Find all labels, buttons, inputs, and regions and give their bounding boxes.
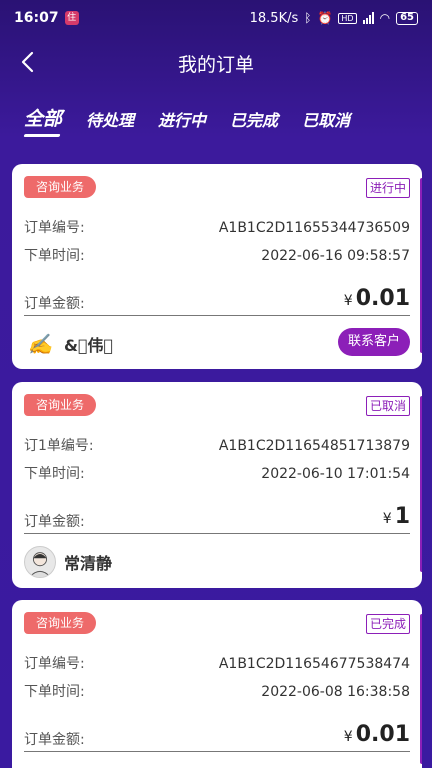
order-amount-row: 订单金额: ¥0.01 xyxy=(24,284,410,314)
business-tag: 咨询业务 xyxy=(24,612,97,634)
battery-icon: 65 xyxy=(396,11,418,25)
business-tag: 咨询业务 xyxy=(24,176,97,198)
status-bar: 16:07 住 18.5K/s ᛒ ⏰ HD ◠ 65 xyxy=(0,0,432,36)
order-card[interactable]: 咨询业务 已取消 订1单编号: A1B1C2D11654851713879 下单… xyxy=(12,382,422,588)
order-tabs: 全部 待处理 进行中 已完成 已取消 xyxy=(24,104,350,137)
contact-customer-button[interactable]: 联系客户 xyxy=(337,328,410,356)
order-amount-row: 订单金额: ¥0.01 xyxy=(24,720,410,750)
currency-symbol: ¥ xyxy=(343,729,353,745)
bluetooth-icon: ᛒ xyxy=(304,11,312,25)
order-amount: ¥0.01 xyxy=(344,286,410,314)
order-time-label: 下单时间: xyxy=(24,466,85,482)
hd-icon: HD xyxy=(338,12,357,24)
order-time-label: 下单时间: xyxy=(24,684,85,700)
tab-all[interactable]: 全部 xyxy=(24,104,62,137)
avatar xyxy=(24,546,56,578)
app-notification-icon: 住 xyxy=(64,11,79,25)
order-number-row: 订1单编号: A1B1C2D11654851713879 xyxy=(24,436,410,456)
customer-info: 常清静 xyxy=(24,546,112,578)
order-number: A1B1C2D11654677538474 xyxy=(218,656,410,672)
divider xyxy=(24,533,410,534)
tab-cancelled[interactable]: 已取消 xyxy=(302,107,350,137)
tab-in-progress[interactable]: 进行中 xyxy=(158,107,206,137)
order-number-row: 订单编号: A1B1C2D11655344736509 xyxy=(24,218,410,238)
order-time: 2022-06-08 16:38:58 xyxy=(261,684,410,700)
order-time-label: 下单时间: xyxy=(24,248,85,264)
order-time-row: 下单时间: 2022-06-08 16:38:58 xyxy=(24,682,410,702)
currency-symbol: ¥ xyxy=(382,511,392,527)
order-amount: ¥1 xyxy=(383,504,410,532)
customer-name: & 伟  xyxy=(64,336,114,355)
order-amount: ¥0.01 xyxy=(344,722,410,750)
avatar-portrait-icon xyxy=(29,552,51,577)
signal-icon xyxy=(362,12,374,24)
page-title: 我的订单 xyxy=(177,54,254,76)
status-badge: 已完成 xyxy=(365,614,410,634)
status-time: 16:07 xyxy=(14,10,59,26)
amount-value: 0.01 xyxy=(355,286,410,311)
status-badge: 进行中 xyxy=(365,178,410,198)
customer-name: 常清静 xyxy=(64,554,113,573)
amount-value: 0.01 xyxy=(355,722,410,747)
order-card[interactable]: 咨询业务 进行中 订单编号: A1B1C2D11655344736509 下单时… xyxy=(12,164,422,369)
divider xyxy=(24,315,410,316)
currency-symbol: ¥ xyxy=(343,293,353,309)
status-right: 18.5K/s ᛒ ⏰ HD ◠ 65 xyxy=(250,11,418,26)
order-number-label: 订单编号: xyxy=(24,656,85,672)
order-number-label: 订1单编号: xyxy=(24,438,94,454)
network-speed: 18.5K/s xyxy=(249,10,299,26)
alarm-icon: ⏰ xyxy=(317,11,333,25)
order-card[interactable]: 咨询业务 已完成 订单编号: A1B1C2D11654677538474 下单时… xyxy=(12,600,422,768)
order-time: 2022-06-16 09:58:57 xyxy=(261,248,410,264)
tab-completed[interactable]: 已完成 xyxy=(230,107,278,137)
order-time-row: 下单时间: 2022-06-16 09:58:57 xyxy=(24,246,410,266)
order-amount-label: 订单金额: xyxy=(24,732,85,748)
order-amount-row: 订单金额: ¥1 xyxy=(24,502,410,532)
order-amount-label: 订单金额: xyxy=(24,514,85,530)
customer-info: ✍ & 伟  xyxy=(24,328,113,360)
tab-pending[interactable]: 待处理 xyxy=(86,107,134,137)
divider xyxy=(24,751,410,752)
top-bar: 我的订单 xyxy=(0,40,432,86)
status-badge: 已取消 xyxy=(365,396,410,416)
amount-value: 1 xyxy=(394,504,410,529)
order-time: 2022-06-10 17:01:54 xyxy=(261,466,410,482)
order-number-label: 订单编号: xyxy=(24,220,85,236)
order-number: A1B1C2D11654851713879 xyxy=(218,438,410,454)
order-number-row: 订单编号: A1B1C2D11654677538474 xyxy=(24,654,410,674)
order-time-row: 下单时间: 2022-06-10 17:01:54 xyxy=(24,464,410,484)
business-tag: 咨询业务 xyxy=(24,394,97,416)
order-number: A1B1C2D11655344736509 xyxy=(218,220,410,236)
order-amount-label: 订单金额: xyxy=(24,296,85,312)
avatar: ✍ xyxy=(24,328,56,360)
wifi-icon: ◠ xyxy=(379,11,391,25)
